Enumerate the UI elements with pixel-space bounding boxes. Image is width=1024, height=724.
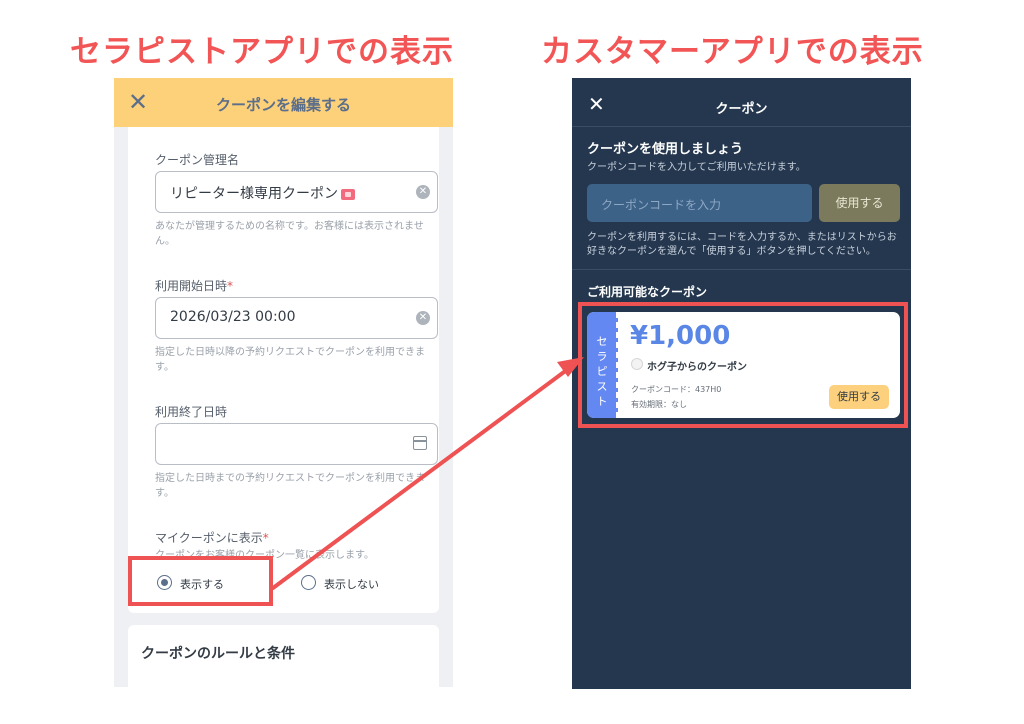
use-coupon-note: クーポンを利用するには、コードを入力するか、またはリストからお好きなクーポンを選…: [587, 232, 897, 257]
available-coupons-heading: ご利用可能なクーポン: [587, 285, 708, 299]
coupon-name-help: あなたが管理するための名称です。お客様には表示されません。: [155, 221, 424, 247]
coupon-name-value: リピーター様専用クーポン: [170, 183, 355, 203]
ticket-icon: [341, 188, 355, 200]
customer-app-heading: カスタマーアプリでの表示: [541, 34, 924, 70]
use-coupon-heading: クーポンを使用しましょう: [587, 142, 744, 157]
coupon-name-label: クーポン管理名: [155, 153, 240, 167]
edit-coupon-header: ✕ クーポンを編集する: [114, 78, 453, 127]
page-title: クーポン: [715, 102, 768, 117]
end-datetime-field[interactable]: [155, 423, 438, 465]
start-datetime-field[interactable]: 2026/03/23 00:00 ✕: [155, 297, 438, 339]
clear-icon[interactable]: ✕: [416, 185, 430, 199]
clear-icon[interactable]: ✕: [416, 311, 430, 325]
use-coupon-subtext: クーポンコードを入力してご利用いただけます。: [587, 162, 806, 173]
coupon-code-input[interactable]: クーポンコードを入力: [587, 184, 812, 222]
divider: [572, 269, 911, 270]
start-datetime-help: 指定した日時以降の予約リクエストでクーポンを利用できます。: [155, 347, 425, 373]
my-coupon-label: マイクーポンに表示*: [155, 531, 269, 545]
highlight-box-show-option: [128, 556, 273, 606]
coupon-form-card: クーポン管理名 リピーター様専用クーポン ✕ あなたが管理するための名称です。お…: [128, 127, 439, 613]
coupon-name-field[interactable]: リピーター様専用クーポン ✕: [155, 171, 438, 213]
divider: [572, 126, 911, 127]
coupon-code-placeholder: クーポンコードを入力: [601, 198, 722, 212]
comparison-canvas: セラピストアプリでの表示 カスタマーアプリでの表示 ✕ クーポンを編集する クー…: [0, 0, 1024, 724]
page-title: クーポンを編集する: [215, 96, 351, 114]
start-datetime-label: 利用開始日時*: [155, 279, 234, 293]
therapist-app-heading: セラピストアプリでの表示: [70, 34, 454, 70]
coupon-rules-title: クーポンのルールと条件: [141, 646, 295, 662]
coupon-rules-card[interactable]: クーポンのルールと条件: [128, 625, 439, 687]
end-datetime-label: 利用終了日時: [155, 405, 228, 419]
end-datetime-help: 指定した日時までの予約リクエストでクーポンを利用できます。: [155, 473, 425, 499]
highlight-box-coupon-card: [578, 302, 908, 428]
radio-hide[interactable]: [301, 575, 316, 590]
calendar-icon[interactable]: [413, 436, 427, 450]
radio-hide-label[interactable]: 表示しない: [324, 576, 379, 592]
start-datetime-value: 2026/03/23 00:00: [170, 309, 296, 325]
apply-code-button[interactable]: 使用する: [819, 184, 900, 222]
